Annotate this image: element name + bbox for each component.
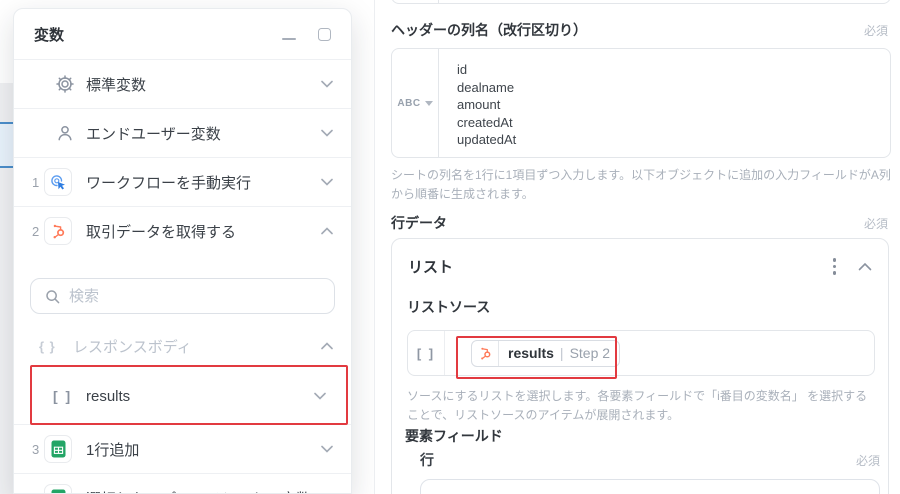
search-input[interactable] [69, 288, 320, 305]
hubspot-icon [44, 217, 72, 245]
row-value-input[interactable] [420, 479, 880, 494]
maximize-icon[interactable] [318, 28, 331, 41]
manual-trigger-icon [44, 168, 72, 196]
array-token-icon: [ ] [408, 331, 445, 375]
list-card-title: リスト [408, 256, 453, 277]
chip-separator: | [560, 345, 564, 361]
required-badge: 必須 [856, 452, 880, 469]
step-3-add-row[interactable]: 3 1行追加 [14, 425, 351, 473]
header-columns-value[interactable]: id dealname amount createdAt updatedAt [439, 49, 526, 157]
list-source-help-text: ソースにするリストを選択します。各要素フィールドで「i番目の変数名」 を選択する… [407, 387, 879, 426]
sheets-icon [44, 484, 72, 494]
hubspot-icon [472, 341, 499, 366]
chevron-down-icon[interactable] [314, 392, 326, 400]
app-window: 変数 標準変数 [0, 0, 900, 494]
inspector-panel: ヘッダーの列名（改行区切り） 必須 ABC id dealname amount… [374, 0, 900, 494]
minimize-icon[interactable] [282, 38, 296, 40]
field-type-selector[interactable]: ABC [392, 49, 439, 157]
chip-variable-name: results [508, 345, 554, 361]
step-number: 3 [32, 442, 44, 457]
step-number: 2 [32, 224, 44, 239]
variables-panel: 変数 標準変数 [13, 8, 352, 494]
chevron-down-icon[interactable] [321, 129, 333, 137]
type-abc-label: ABC [397, 98, 420, 109]
step-clipped-row[interactable]: 選択したスプレッドシートの変数 [14, 474, 351, 494]
field-label-header-columns: ヘッダーの列名（改行区切り） [391, 20, 587, 40]
field-type-prefix [392, 0, 439, 3]
user-icon [56, 124, 74, 142]
clipped-field-above [391, 0, 891, 4]
object-token-icon: { } [39, 339, 61, 354]
step-label: 1行追加 [86, 439, 139, 460]
gear-icon [56, 75, 74, 93]
step-label: ワークフローを手動実行 [86, 172, 251, 193]
step-1-manual-trigger[interactable]: 1 ワークフローを手動実行 [14, 158, 351, 206]
header-columns-help-text: シートの列名を1行に1項目ずつ入力します。以下オブジェクトに追加の入力フィールド… [391, 166, 898, 205]
chip-step-reference: Step 2 [570, 345, 610, 361]
row-field-label: 行 [420, 450, 434, 470]
caret-down-icon [425, 101, 433, 106]
sheets-icon [44, 435, 72, 463]
step-label: 選択したスプレッドシートの変数 [86, 488, 311, 494]
step-2-get-deals[interactable]: 2 取引データを取得する [14, 207, 351, 255]
required-badge: 必須 [864, 22, 888, 39]
tree-item-label: results [86, 388, 130, 405]
group-label: 標準変数 [86, 74, 146, 95]
list-source-label: リストソース [407, 297, 490, 317]
required-badge: 必須 [864, 215, 888, 232]
list-source-field[interactable]: [ ] results | Step 2 [407, 330, 875, 376]
chevron-up-icon[interactable] [858, 262, 872, 271]
variable-chip-results-step2[interactable]: results | Step 2 [471, 340, 620, 367]
kebab-menu-icon[interactable] [833, 258, 837, 275]
background-selected-step-edge [0, 122, 13, 168]
field-label-row-data: 行データ [391, 213, 447, 233]
chevron-down-icon[interactable] [321, 445, 333, 453]
element-fields-label: 要素フィールド [405, 426, 503, 446]
search-icon [45, 289, 60, 304]
tree-item-results[interactable]: [ ] results [14, 368, 351, 424]
panel-title: 変数 [34, 24, 64, 45]
chevron-up-icon[interactable] [321, 342, 333, 350]
chevron-down-icon[interactable] [321, 178, 333, 186]
tree-item-response-body[interactable]: { } レスポンスボディ [14, 324, 351, 368]
group-enduser-variables[interactable]: エンドユーザー変数 [14, 109, 351, 157]
step-number: 1 [32, 175, 44, 190]
group-standard-variables[interactable]: 標準変数 [14, 60, 351, 108]
list-card: リスト リストソース [ ] [391, 238, 889, 494]
variables-panel-header: 変数 [14, 9, 351, 59]
group-label: エンドユーザー変数 [86, 123, 221, 144]
array-token-icon: [ ] [53, 388, 73, 404]
header-columns-textarea[interactable]: ABC id dealname amount createdAt updated… [391, 48, 891, 158]
tree-item-label: レスポンスボディ [73, 336, 192, 357]
chevron-up-icon[interactable] [321, 227, 333, 235]
chevron-down-icon[interactable] [321, 80, 333, 88]
variable-search[interactable] [30, 278, 335, 314]
step-label: 取引データを取得する [86, 221, 236, 242]
